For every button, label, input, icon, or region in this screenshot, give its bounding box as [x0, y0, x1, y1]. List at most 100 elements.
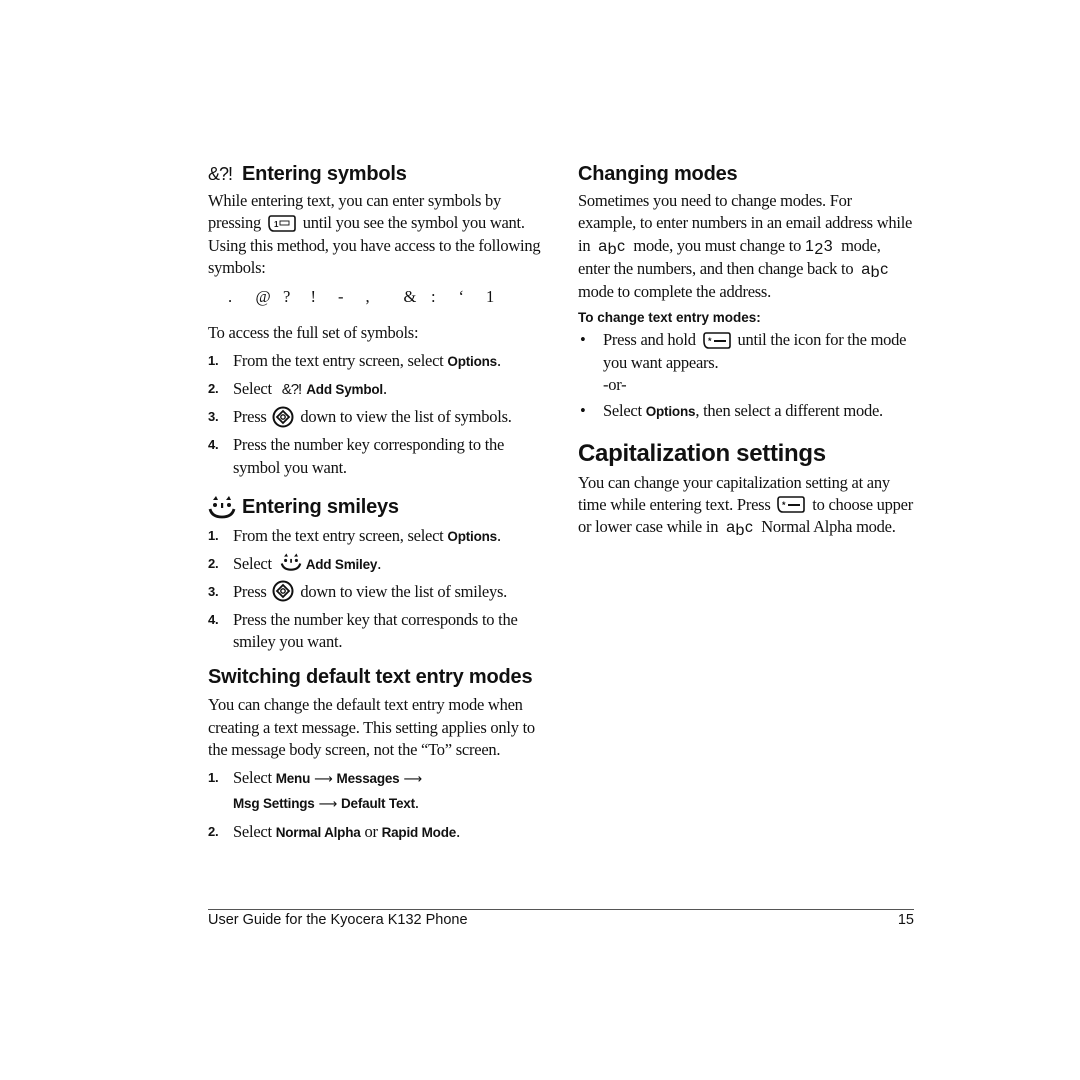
step-text: Press the number key corresponding to th… — [233, 435, 505, 477]
glyph-char: a — [861, 260, 871, 278]
changing-modes-section: Changing modes Sometimes you need to cha… — [578, 160, 913, 424]
step-number: 1. — [208, 527, 219, 543]
change-modes-bullets: • Press and hold * until the icon for th… — [578, 329, 913, 423]
body-text: Normal Alpha mode. — [761, 517, 896, 537]
bullet-icon: • — [580, 330, 586, 350]
symbol-mode-icon: &?! — [281, 381, 302, 399]
smiley-icon — [280, 553, 301, 571]
symbol-steps: 1. From the text entry screen, select Opt… — [208, 350, 543, 478]
footer-row: User Guide for the Kyocera K132 Phone 15 — [208, 910, 914, 928]
punctuation: . — [377, 553, 382, 573]
body-text: mode to complete the address. — [578, 282, 771, 302]
changing-modes-heading: Changing modes — [578, 163, 738, 185]
or-separator: -or- — [603, 375, 627, 395]
navigation-key-icon — [272, 580, 294, 602]
menu-option-label: Options — [447, 528, 497, 544]
step-item: 3. Press down to view the list of symbols… — [208, 406, 543, 429]
symbol: : — [431, 287, 436, 307]
switching-modes-body: You can change the default text entry mo… — [208, 695, 535, 760]
menu-option-label: Options — [645, 404, 696, 420]
glyph-char: b — [870, 263, 881, 281]
bullet-text: Select — [603, 401, 646, 421]
step-item: 1. From the text entry screen, select Opt… — [208, 525, 543, 548]
step-item: 4. Press the number key that corresponds … — [208, 609, 543, 654]
glyph-char: 2 — [814, 240, 824, 258]
menu-path-item: Messages — [336, 771, 400, 787]
entering-smileys-heading: Entering smileys — [208, 493, 543, 521]
glyph-char: c — [617, 237, 626, 255]
access-text: To access the full set of symbols: — [208, 323, 419, 343]
svg-text:1: 1 — [274, 220, 279, 229]
step-text: Press — [233, 407, 267, 427]
step-text: Press the number key that corresponds to… — [233, 609, 518, 652]
bullet-text: , then select a different mode. — [695, 401, 883, 421]
menu-option-label: Normal Alpha — [275, 824, 361, 840]
glyph-char: 3 — [823, 237, 834, 255]
symbol: ? — [283, 287, 291, 307]
step-item: 2. Select Add Smiley. — [208, 553, 543, 576]
switching-steps: 1. Select Menu ⟶ Messages ⟶ Msg Settings ⟶ Defa… — [208, 767, 543, 844]
smiley-icon — [208, 495, 236, 519]
symbol: & — [403, 287, 417, 307]
punctuation: . — [382, 379, 387, 399]
capitalization-heading: Capitalization settings — [578, 439, 826, 467]
step-item: 2. Select Normal Alpha or Rapid Mode. — [208, 821, 543, 844]
entering-symbols-heading: &?! Entering symbols — [208, 160, 543, 188]
svg-text:*: * — [782, 500, 786, 510]
page-footer: User Guide for the Kyocera K132 Phone 15 — [208, 909, 914, 928]
star-shift-key-icon: * — [777, 496, 806, 513]
heading-text: Entering symbols — [242, 163, 407, 185]
bullet-item: • Press and hold * until the icon for th… — [578, 329, 913, 396]
entering-symbols-intro: While entering text, you can enter symbo… — [208, 190, 543, 279]
switching-modes-section: Switching default text entry modes You c… — [208, 663, 543, 843]
navigation-key-icon — [272, 406, 294, 428]
step-number: 4. — [208, 611, 219, 627]
menu-path-item: Msg Settings — [233, 795, 315, 811]
step-number: 1. — [208, 353, 219, 369]
arrow-right-icon: ⟶ — [314, 772, 333, 788]
capitalization-section: Capitalization settings You can change y… — [578, 438, 913, 540]
symbols-list: . @ ? ! - , & : ‘ 1 — [208, 286, 543, 308]
heading-text: Entering smileys — [242, 495, 399, 518]
menu-option-label: Add Smiley — [305, 556, 378, 572]
step-text: Select — [233, 379, 276, 399]
punctuation: . — [497, 525, 501, 545]
one-key-icon: 1 — [268, 214, 296, 232]
body-text: mode, you must change to — [633, 235, 802, 255]
step-item: 1. Select Menu ⟶ Messages ⟶ Msg Settings ⟶ Defa… — [208, 767, 543, 816]
step-text: Select — [233, 821, 276, 841]
page-number: 15 — [897, 912, 914, 928]
step-number: 3. — [208, 409, 219, 425]
step-text: From the text entry screen, select — [233, 351, 448, 371]
menu-option-label: Rapid Mode — [381, 824, 457, 840]
symbol: , — [365, 287, 370, 307]
step-item: 4. Press the number key corresponding to … — [208, 434, 543, 479]
arrow-right-icon: ⟶ — [403, 772, 423, 788]
glyph-char: c — [880, 260, 889, 278]
step-text: Press — [233, 581, 267, 601]
punctuation: . — [497, 351, 501, 371]
bullet-item: • Select Options, then select a differen… — [578, 400, 913, 423]
left-column: &?! Entering symbols While entering text… — [208, 160, 543, 849]
abc-mode-icon: abc — [598, 237, 626, 258]
menu-path-item: Default Text — [341, 795, 415, 811]
numeric-mode-icon: 123 — [805, 237, 834, 258]
glyph-char: a — [598, 237, 608, 255]
symbol-mode-icon: &?! — [208, 164, 233, 184]
punctuation: . — [456, 821, 460, 841]
step-text: down to view the list of smileys. — [300, 581, 508, 601]
symbol: 1 — [486, 287, 495, 307]
step-text: Select — [233, 553, 276, 573]
abc-mode-icon: abc — [861, 260, 889, 281]
change-modes-subheading: To change text entry modes: — [578, 310, 761, 326]
footer-title: User Guide for the Kyocera K132 Phone — [208, 912, 468, 928]
entering-smileys-section: Entering smileys 1. From the text entry s… — [208, 493, 543, 653]
bullet-icon: • — [580, 401, 586, 421]
glyph-char: b — [735, 522, 745, 540]
menu-option-label: Options — [447, 354, 497, 370]
entering-symbols-section: &?! Entering symbols While entering text… — [208, 160, 543, 479]
step-number: 2. — [208, 555, 219, 571]
right-column: Changing modes Sometimes you need to cha… — [578, 160, 913, 540]
smiley-steps: 1. From the text entry screen, select Opt… — [208, 525, 543, 653]
step-item: 2. Select &?! Add Symbol. — [208, 378, 543, 401]
